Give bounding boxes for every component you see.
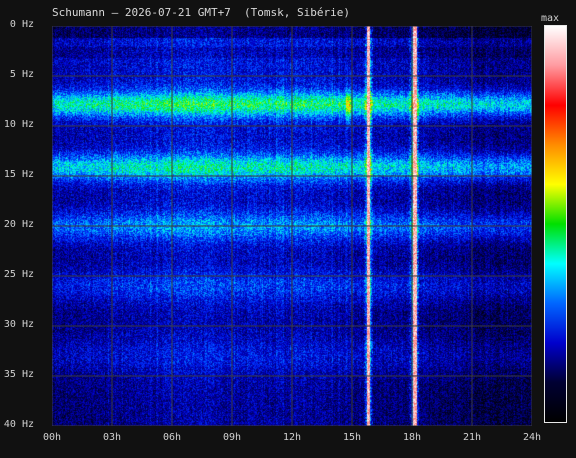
chart-title: Schumann – 2026-07-21 GMT+7 (Tomsk, Sibé… (52, 6, 351, 19)
x-tick-label: 03h (102, 432, 122, 443)
y-tick-label: 35 Hz (3, 369, 34, 380)
grid-overlay (52, 26, 532, 426)
x-tick-label: 18h (402, 432, 422, 443)
y-tick-label: 20 Hz (3, 219, 34, 230)
x-tick-label: 24h (522, 432, 542, 443)
y-tick-label: 25 Hz (3, 269, 34, 280)
x-tick-label: 09h (222, 432, 242, 443)
x-tick-label: 15h (342, 432, 362, 443)
y-tick-label: 30 Hz (3, 319, 34, 330)
x-tick-label: 12h (282, 432, 302, 443)
spectrogram-plot-area (52, 26, 532, 426)
colorbar-max-label: max (541, 13, 560, 24)
y-tick-label: 40 Hz (3, 419, 34, 430)
x-tick-label: 21h (462, 432, 482, 443)
y-tick-label: 0 Hz (9, 19, 34, 30)
x-tick-label: 00h (42, 432, 62, 443)
y-tick-label: 15 Hz (3, 169, 34, 180)
y-tick-label: 10 Hz (3, 119, 34, 130)
x-tick-label: 06h (162, 432, 182, 443)
y-tick-label: 5 Hz (9, 69, 34, 80)
colorbar (544, 25, 567, 423)
